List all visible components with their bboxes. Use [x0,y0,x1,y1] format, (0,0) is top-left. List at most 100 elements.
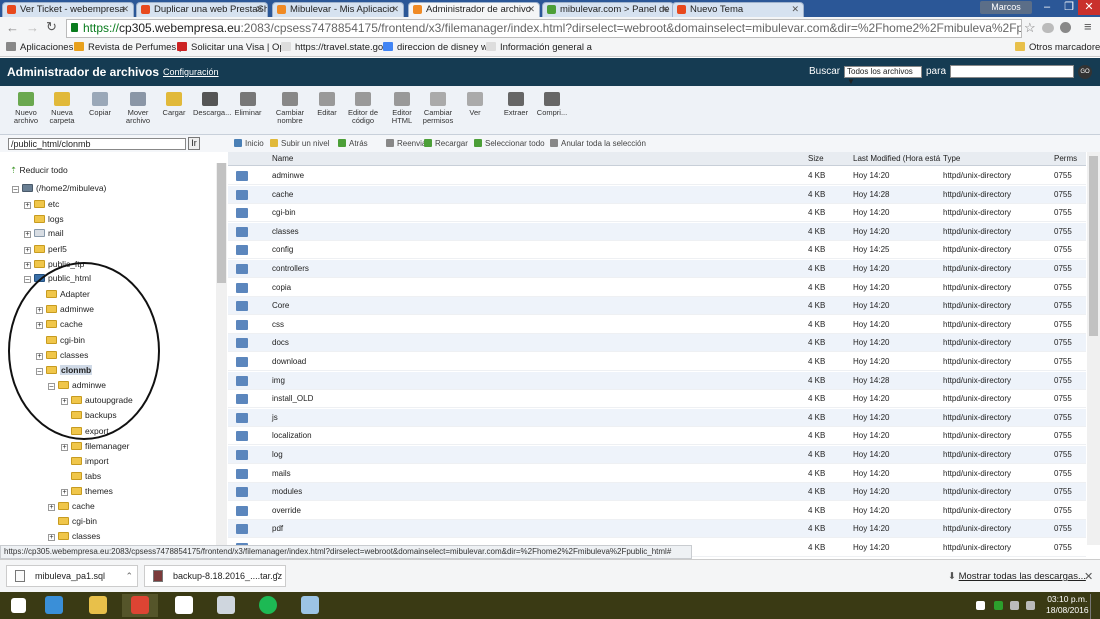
tree-node[interactable]: import [61,456,109,466]
tab-close-icon[interactable]: ✕ [255,3,263,16]
browser-tab[interactable]: Mibulevar - Mis Aplicacio ✕ [272,2,404,17]
download-item[interactable]: backup-8.18.2016_....tar.gz ⌃ [144,565,286,587]
toolbar-button[interactable]: Cambiar nombre [273,92,307,125]
table-row[interactable]: config 4 KB Hoy 14:25 httpd/unix-directory 0… [228,241,1086,260]
toolbar-button[interactable]: Extraer [499,92,533,117]
expand-icon[interactable]: + [61,444,68,451]
toolbar-button[interactable]: Cambiar permisos [421,92,455,125]
column-name[interactable]: Name [272,152,293,166]
nav-button[interactable]: Reenviar [386,135,429,152]
nav-button[interactable]: Atrás [338,135,368,152]
nav-button[interactable]: Seleccionar todo [474,135,545,152]
taskbar-app[interactable] [122,594,158,617]
bookmark-item[interactable]: https://travel.state.go [281,40,383,56]
table-row[interactable]: docs 4 KB Hoy 14:20 httpd/unix-directory 075… [228,334,1086,353]
column-size[interactable]: Size [808,152,824,166]
taskbar-app[interactable] [166,594,202,617]
bookmark-item[interactable]: Revista de Perfumes | [74,40,181,56]
expand-icon[interactable]: + [24,202,31,209]
extension-icon[interactable] [1060,22,1071,33]
table-row[interactable]: install_OLD 4 KB Hoy 14:20 httpd/unix-direc… [228,390,1086,409]
search-go-button[interactable]: GO [1078,65,1092,79]
back-arrow-icon[interactable]: ← [6,20,19,35]
system-clock[interactable]: 03:10 p.m. 18/08/2016 [1046,594,1089,616]
configuration-link[interactable]: Configuración [163,67,219,77]
table-row[interactable]: classes 4 KB Hoy 14:20 httpd/unix-directory… [228,222,1086,241]
tree-node[interactable]: + filemanager [61,441,129,451]
collapse-icon[interactable]: – [12,186,19,193]
tree-node[interactable]: logs [24,214,64,224]
search-input[interactable] [950,65,1074,78]
tray-expand-icon[interactable] [976,601,985,610]
extension-cloud-icon[interactable] [1042,23,1054,33]
tree-node[interactable]: + etc [24,199,59,209]
toolbar-button[interactable]: Compri... [535,92,569,117]
chevron-up-icon[interactable]: ⌃ [273,566,281,586]
toolbar-button[interactable]: Editor HTML [385,92,419,125]
expand-icon[interactable]: + [24,231,31,238]
tree-node[interactable]: + mail [24,228,64,238]
browser-tab[interactable]: Administrador de archivo ✕ [408,2,540,17]
tree-scrollbar-thumb[interactable] [217,163,226,283]
toolbar-button[interactable]: Editar [310,92,344,117]
toolbar-button[interactable]: Editor de código [346,92,380,125]
table-row[interactable]: adminwe 4 KB Hoy 14:20 httpd/unix-directory… [228,167,1086,185]
table-row[interactable]: css 4 KB Hoy 14:20 httpd/unix-directory 0755 [228,316,1086,334]
toolbar-button[interactable]: Nuevo archivo [9,92,43,125]
user-profile-chip[interactable]: Marcos [980,1,1032,14]
expand-icon[interactable]: + [24,247,31,254]
table-row[interactable]: modules 4 KB Hoy 14:20 httpd/unix-directory… [228,483,1086,502]
nav-button[interactable]: Anular toda la selección [550,135,646,152]
tree-node[interactable]: + classes [48,531,100,541]
other-bookmarks[interactable]: Otros marcadores [1015,40,1100,56]
tree-node[interactable]: + themes [61,486,113,496]
toolbar-button[interactable]: Mover archivo [121,92,155,125]
table-row[interactable]: localization 4 KB Hoy 14:20 httpd/unix-dire… [228,427,1086,446]
toolbar-button[interactable]: Descarga... [193,92,231,117]
taskbar-app[interactable] [250,594,286,617]
taskbar-app[interactable] [292,594,328,617]
tab-close-icon[interactable]: ✕ [661,3,669,16]
toolbar-button[interactable]: Nueva carpeta [45,92,79,125]
search-scope-select[interactable]: Todos los archivos ▼ [844,66,922,86]
network-icon[interactable] [1010,601,1019,610]
tray-app-icon[interactable] [994,601,1003,610]
toolbar-button[interactable]: Copiar [83,92,117,117]
tree-node[interactable]: tabs [61,471,101,481]
show-desktop-button[interactable] [1090,594,1100,619]
nav-button[interactable]: Inicio [234,135,264,152]
table-row[interactable]: img 4 KB Hoy 14:28 httpd/unix-directory 0755 [228,371,1086,390]
tab-close-icon[interactable]: ✕ [121,3,129,16]
forward-arrow-icon[interactable]: → [26,20,39,35]
menu-icon[interactable]: ≡ [1084,19,1092,34]
browser-tab[interactable]: Duplicar una web PrestaSh ✕ [136,2,268,17]
expand-icon[interactable]: + [48,504,55,511]
expand-icon[interactable]: + [24,262,31,269]
table-row[interactable]: copia 4 KB Hoy 14:20 httpd/unix-directory 07… [228,279,1086,297]
table-row[interactable]: Core 4 KB Hoy 14:20 httpd/unix-directory 075… [228,297,1086,316]
collapse-all-link[interactable]: ⇡ Reducir todo [10,165,68,175]
address-bar[interactable]: https://cp305.webempresa.eu:2083/cpsess7… [66,19,1022,38]
taskbar-app[interactable] [80,594,116,617]
taskbar-app[interactable] [36,594,72,617]
collapse-icon[interactable]: – [24,276,31,283]
bookmark-item[interactable]: Información general a [486,40,592,56]
taskbar-app[interactable] [208,594,244,617]
tab-close-icon[interactable]: ✕ [391,3,399,16]
bookmark-item[interactable]: direccion de disney w [383,40,488,56]
chevron-up-icon[interactable]: ⌃ [125,566,133,586]
nav-button[interactable]: Subir un nivel [270,135,329,152]
column-type[interactable]: Type [943,152,960,166]
table-row[interactable]: pdf 4 KB Hoy 14:20 httpd/unix-directory 0755 [228,520,1086,539]
tab-close-icon[interactable]: ✕ [791,3,799,16]
table-row[interactable]: log 4 KB Hoy 14:20 httpd/unix-directory 0755 [228,446,1086,464]
table-row[interactable]: cgi-bin 4 KB Hoy 14:20 httpd/unix-directory… [228,204,1086,223]
table-row[interactable]: download 4 KB Hoy 14:20 httpd/unix-director… [228,353,1086,371]
show-all-downloads-link[interactable]: ⬇ Mostrar todas las descargas... [948,571,1086,582]
nav-button[interactable]: Recargar [424,135,468,152]
bookmark-item[interactable]: Aplicaciones [6,40,73,56]
path-input[interactable]: /public_html/clonmb [8,138,186,150]
toolbar-button[interactable]: Ver [458,92,492,117]
tree-node[interactable]: – (/home2/mibuleva) [12,183,106,193]
toolbar-button[interactable]: Cargar [157,92,191,117]
